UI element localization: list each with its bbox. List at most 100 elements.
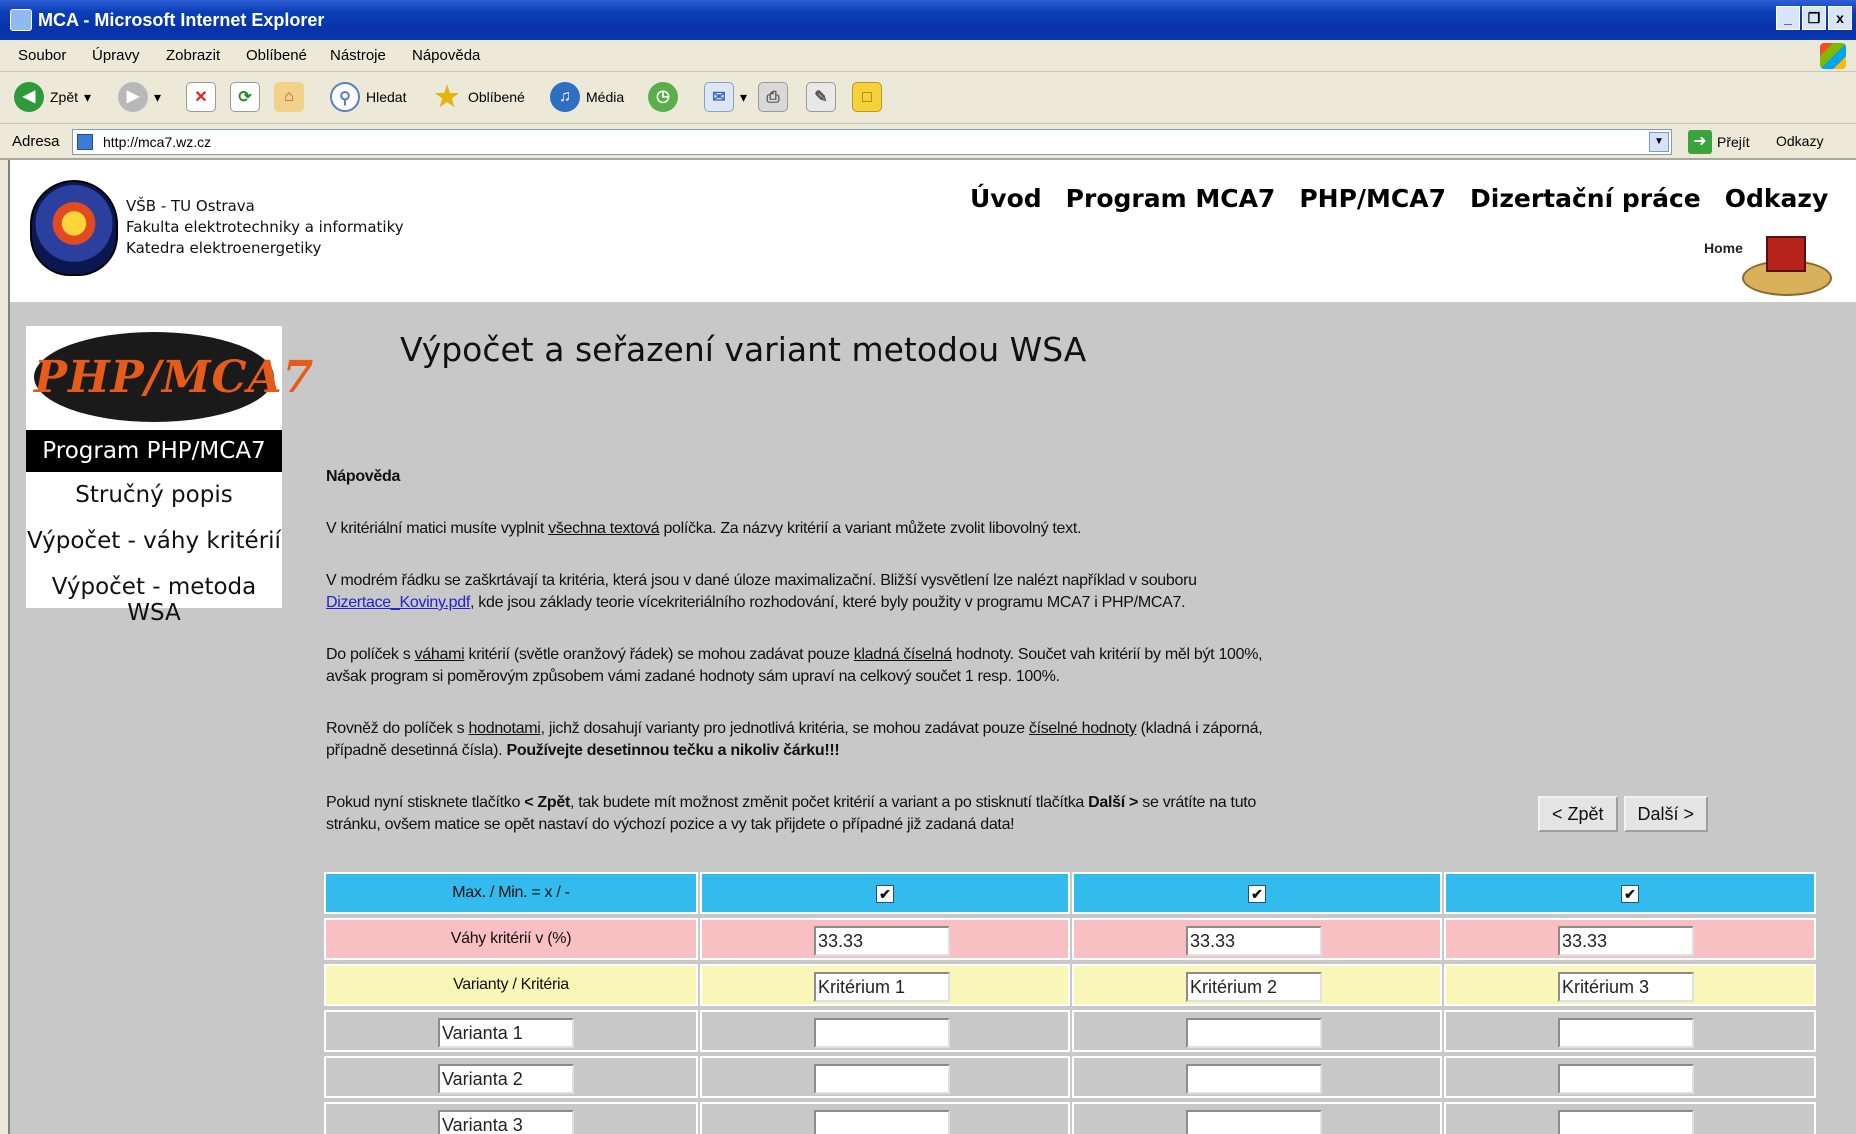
stop-button[interactable]: ✕: [186, 82, 216, 112]
maximize-checkbox-3[interactable]: ✔: [1621, 885, 1639, 903]
nav-program-mca7[interactable]: Program MCA7: [1066, 184, 1276, 213]
help-paragraph-1: V kritériální matici musíte vyplnit všec…: [326, 520, 1082, 537]
minimize-button[interactable]: _: [1776, 6, 1800, 30]
criterion-name-input-2[interactable]: Kritérium 2: [1186, 972, 1322, 1002]
edit-button[interactable]: ✎: [806, 82, 836, 112]
variant-name-input-1[interactable]: Varianta 1: [438, 1018, 574, 1048]
maximize-checkbox-1[interactable]: ✔: [876, 885, 894, 903]
value-input-1-1[interactable]: [814, 1018, 950, 1048]
maxmin-cell: ✔: [700, 872, 1070, 914]
home-button[interactable]: ⌂: [274, 82, 304, 112]
sidebar-item-metoda-wsa[interactable]: Výpočet - metoda WSA: [26, 574, 282, 626]
variant-row: Varianta 1: [324, 1010, 1816, 1052]
value-input-2-1[interactable]: [814, 1064, 950, 1094]
help-heading: Nápověda: [326, 468, 401, 485]
links-button[interactable]: Odkazy: [1776, 133, 1823, 149]
weights-label: Váhy kritérií v (%): [450, 930, 572, 947]
forward-arrow-icon: ▶: [118, 82, 148, 112]
maxmin-row: Max. / Min. = x / - ✔ ✔ ✔: [324, 872, 1816, 914]
forward-button[interactable]: ▶ ▾: [118, 82, 161, 112]
faculty-name: Fakulta elektrotechniky a informatiky: [126, 218, 404, 236]
value-cell: [1072, 1102, 1442, 1134]
back-step-button[interactable]: < Zpět: [1538, 796, 1618, 832]
print-button[interactable]: ⎙: [758, 82, 788, 112]
media-label: Média: [586, 89, 625, 105]
sidebar-item-vahy-kriterii[interactable]: Výpočet - váhy kritérií: [26, 528, 282, 554]
weight-input-3[interactable]: 33.33: [1558, 926, 1694, 956]
value-input-3-2[interactable]: [1186, 1110, 1322, 1134]
search-button[interactable]: ⚲ Hledat: [330, 82, 406, 112]
value-input-1-3[interactable]: [1558, 1018, 1694, 1048]
criterion-name-cell: Kritérium 1: [700, 964, 1070, 1006]
university-info: VŠB - TU Ostrava Fakulta elektrotechniky…: [126, 196, 404, 259]
menu-file[interactable]: Soubor: [18, 47, 66, 64]
favorites-button[interactable]: ★ Oblíbené: [432, 81, 525, 112]
title-bar: MCA - Microsoft Internet Explorer _ ❐ x: [0, 0, 1856, 40]
forward-dropdown-icon[interactable]: ▾: [154, 89, 161, 106]
value-input-1-2[interactable]: [1186, 1018, 1322, 1048]
go-button[interactable]: ➜ Přejít: [1688, 130, 1750, 154]
value-input-3-1[interactable]: [814, 1110, 950, 1134]
menu-favorites[interactable]: Oblíbené: [246, 47, 307, 64]
menu-tools[interactable]: Nástroje: [330, 47, 386, 64]
nav-php-mca7[interactable]: PHP/MCA7: [1299, 184, 1446, 213]
refresh-icon: ⟳: [230, 82, 260, 112]
nav-dizertacni-prace[interactable]: Dizertační práce: [1470, 184, 1701, 213]
address-input[interactable]: http://mca7.wz.cz ▼: [72, 129, 1672, 155]
search-icon: ⚲: [330, 82, 360, 112]
refresh-button[interactable]: ⟳: [230, 82, 260, 112]
value-input-2-2[interactable]: [1186, 1064, 1322, 1094]
menu-view[interactable]: Zobrazit: [166, 47, 220, 64]
nav-odkazy[interactable]: Odkazy: [1725, 184, 1829, 213]
maximize-checkbox-2[interactable]: ✔: [1248, 885, 1266, 903]
sidebar-item-program[interactable]: Program PHP/MCA7: [26, 430, 282, 472]
media-button[interactable]: ♫ Média: [550, 82, 624, 112]
criterion-name-input-1[interactable]: Kritérium 1: [814, 972, 950, 1002]
stop-icon: ✕: [186, 82, 216, 112]
messenger-button[interactable]: □: [852, 82, 882, 112]
brand-text: PHP/MCA7: [34, 352, 315, 403]
back-dropdown-icon[interactable]: ▾: [84, 89, 91, 106]
names-label: Varianty / Kritéria: [453, 976, 569, 993]
dizertace-link[interactable]: Dizertace_Koviny.pdf: [326, 594, 470, 611]
weight-input-1[interactable]: 33.33: [814, 926, 950, 956]
weight-cell: 33.33: [1444, 918, 1816, 960]
address-dropdown-icon[interactable]: ▼: [1649, 132, 1669, 152]
weights-label-cell: Váhy kritérií v (%): [324, 918, 698, 960]
weights-row: Váhy kritérií v (%) 33.33 33.33 33.33: [324, 918, 1816, 960]
department-name: Katedra elektroenergetiky: [126, 239, 322, 257]
star-icon: ★: [434, 81, 460, 112]
university-logo: [30, 180, 118, 276]
variant-name-input-2[interactable]: Varianta 2: [438, 1064, 574, 1094]
mail-button[interactable]: ✉ ▾: [704, 82, 747, 112]
menu-bar: Soubor Úpravy Zobrazit Oblíbené Nástroje…: [0, 40, 1856, 72]
menu-help[interactable]: Nápověda: [412, 47, 480, 64]
mail-icon: ✉: [704, 82, 734, 112]
variant-name-cell: Varianta 1: [324, 1010, 698, 1052]
criterion-name-cell: Kritérium 3: [1444, 964, 1816, 1006]
history-button[interactable]: ◷: [648, 82, 678, 112]
maxmin-label-cell: Max. / Min. = x / -: [324, 872, 698, 914]
maxmin-cell: ✔: [1072, 872, 1442, 914]
value-cell: [700, 1102, 1070, 1134]
variant-name-input-3[interactable]: Varianta 3: [438, 1110, 574, 1134]
favorites-label: Oblíbené: [468, 89, 525, 105]
home-link[interactable]: Home: [1704, 232, 1840, 296]
nav-uvod[interactable]: Úvod: [970, 184, 1042, 213]
criterion-name-input-3[interactable]: Kritérium 3: [1558, 972, 1694, 1002]
names-label-cell: Varianty / Kritéria: [324, 964, 698, 1006]
help-paragraph-4: Rovněž do políček s hodnotami, jichž dos…: [326, 720, 1263, 759]
sidebar-item-strucny-popis[interactable]: Stručný popis: [26, 482, 282, 508]
windows-logo-icon: [1820, 43, 1846, 69]
maximize-button[interactable]: ❐: [1802, 6, 1826, 30]
mail-dropdown-icon[interactable]: ▾: [740, 89, 747, 106]
close-button[interactable]: x: [1828, 6, 1852, 30]
weight-input-2[interactable]: 33.33: [1186, 926, 1322, 956]
menu-edit[interactable]: Úpravy: [92, 47, 140, 64]
value-input-2-3[interactable]: [1558, 1064, 1694, 1094]
address-url[interactable]: http://mca7.wz.cz: [103, 134, 211, 150]
value-input-3-3[interactable]: [1558, 1110, 1694, 1134]
back-button[interactable]: ◀ Zpět ▾: [14, 82, 91, 112]
help-paragraph-5: Pokud nyní stisknete tlačítko < Zpět, ta…: [326, 794, 1257, 833]
next-step-button[interactable]: Další >: [1623, 796, 1709, 832]
